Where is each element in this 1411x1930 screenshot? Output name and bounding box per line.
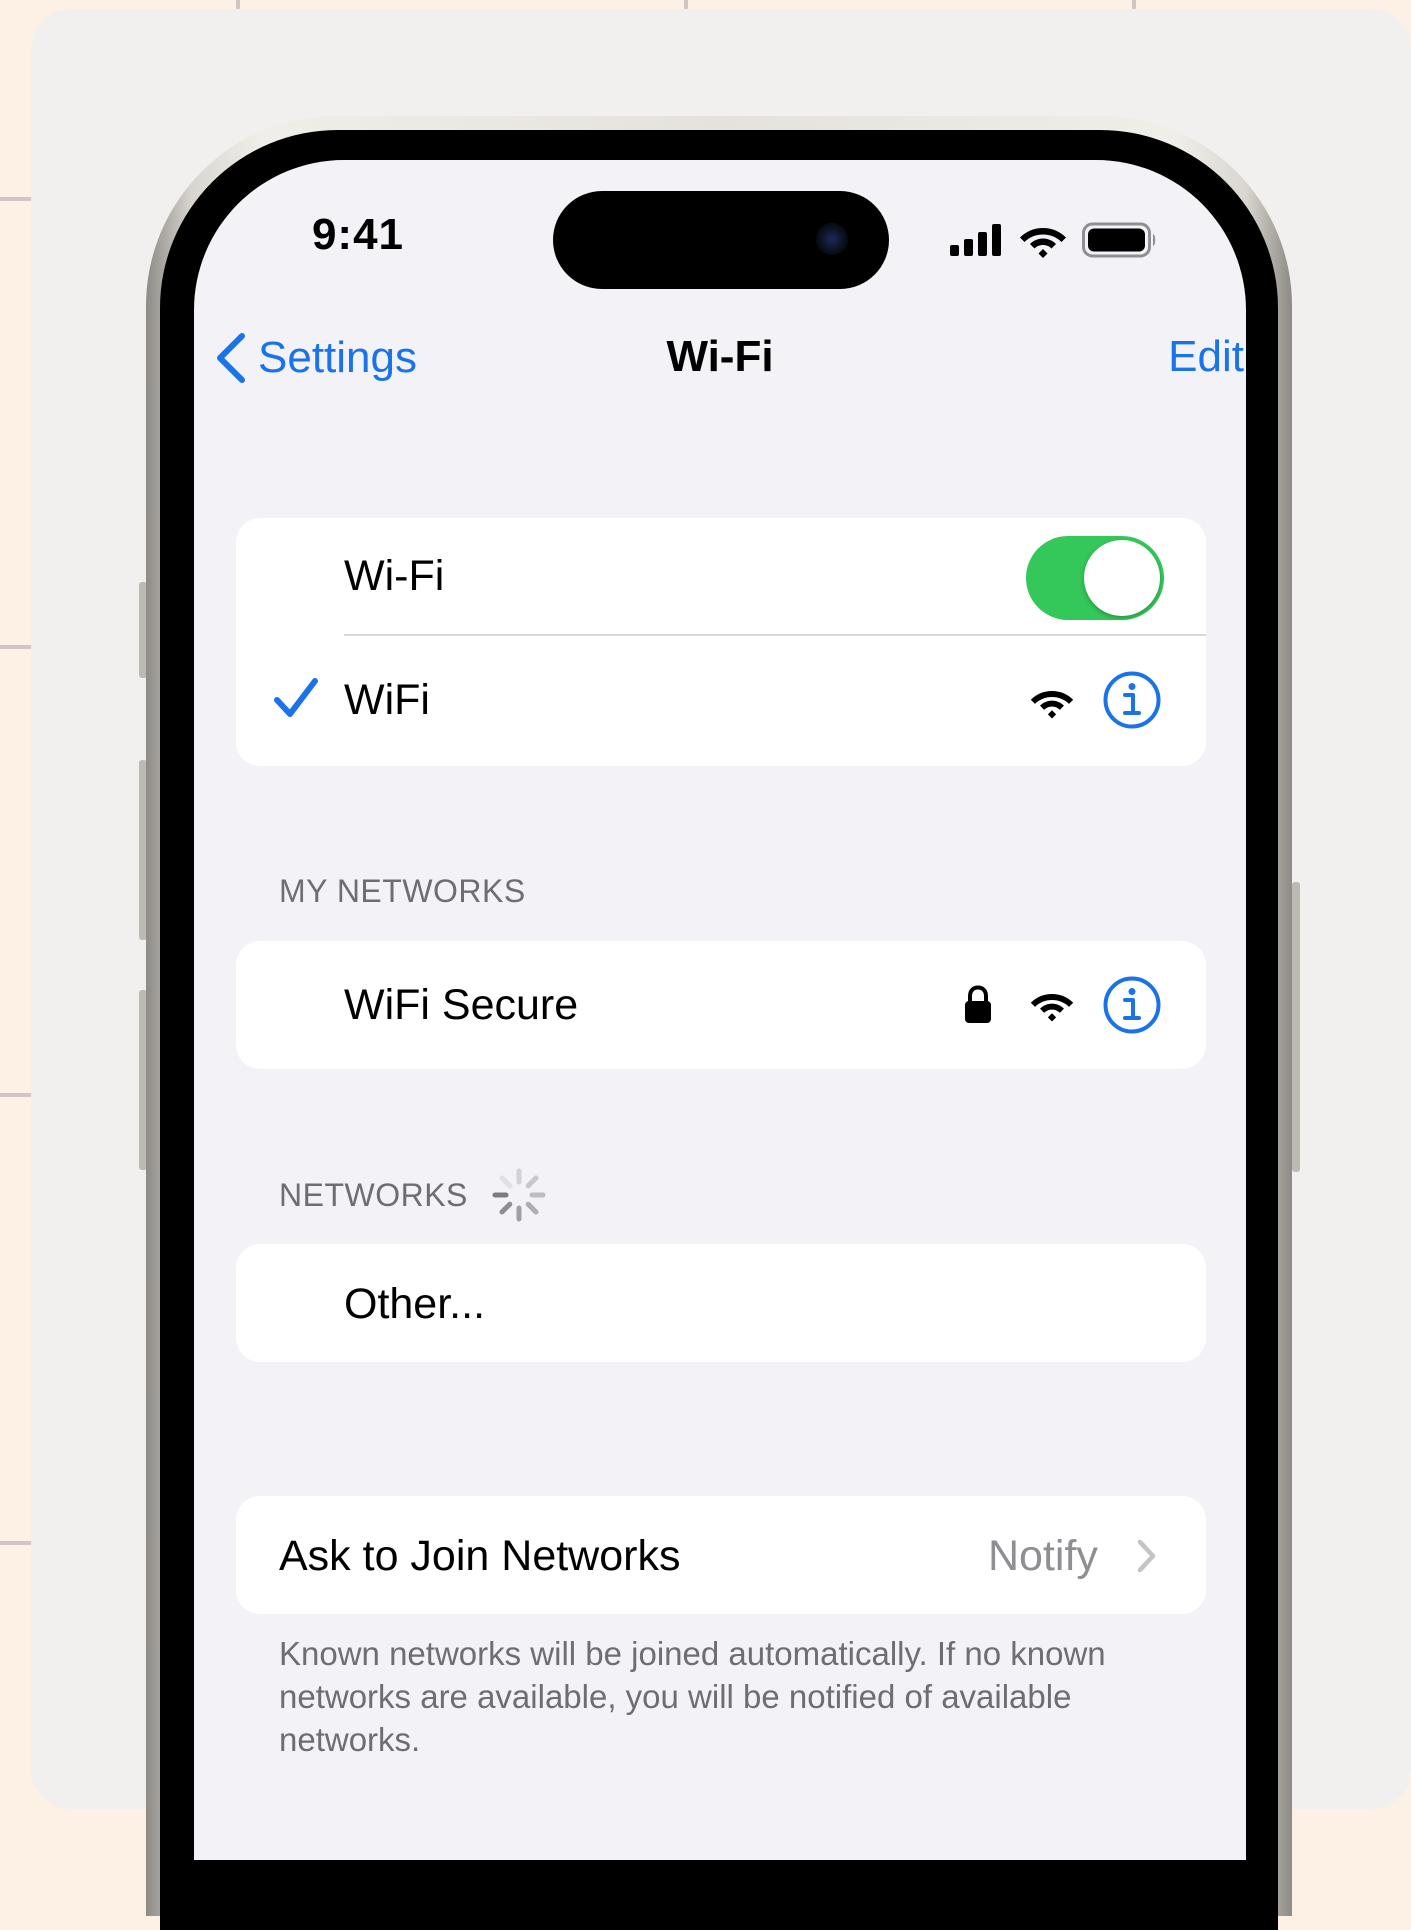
- edit-button[interactable]: Edit: [1168, 332, 1244, 382]
- background-grid-line: [0, 645, 31, 649]
- my-networks-header: MY NETWORKS: [279, 873, 526, 909]
- wifi-strength-icon: [1030, 690, 1074, 719]
- page-title: Wi-Fi: [666, 332, 774, 381]
- loading-spinner-icon: [492, 1168, 546, 1222]
- toggle-knob: [1084, 540, 1160, 616]
- front-camera: [816, 223, 848, 255]
- my-networks-group: WiFi Secure: [236, 941, 1206, 1069]
- networks-group: Other...: [236, 1244, 1206, 1362]
- network-row[interactable]: WiFi Secure: [236, 941, 1206, 1069]
- ask-to-join-row[interactable]: Ask to Join Networks Notify: [236, 1496, 1206, 1614]
- ask-to-join-footnote: Known networks will be joined automatica…: [279, 1635, 1106, 1758]
- networks-header: NETWORKS: [279, 1177, 468, 1213]
- info-icon[interactable]: [1102, 975, 1162, 1035]
- power-button: [1292, 882, 1300, 1172]
- wifi-toggle-label: Wi-Fi: [344, 552, 445, 600]
- wifi-toggle[interactable]: [1026, 536, 1164, 620]
- other-network-row[interactable]: Other...: [236, 1244, 1206, 1362]
- status-time: 9:41: [311, 210, 405, 259]
- cellular-signal-icon: [950, 224, 1001, 256]
- ask-to-join-value: Notify: [988, 1532, 1098, 1580]
- background-grid-line: [1132, 0, 1136, 9]
- wifi-settings-group: Wi-Fi WiFi: [236, 518, 1206, 766]
- ask-to-join-label: Ask to Join Networks: [279, 1532, 681, 1580]
- info-icon[interactable]: [1102, 670, 1162, 730]
- connected-network-name: WiFi: [344, 676, 430, 724]
- status-icons: [948, 222, 1158, 258]
- wifi-status-icon: [1020, 228, 1066, 258]
- other-network-label: Other...: [344, 1280, 486, 1328]
- checkmark-icon: [274, 678, 318, 717]
- background-grid-line: [684, 0, 688, 9]
- background-grid-line: [0, 1093, 31, 1097]
- wifi-strength-icon: [1030, 993, 1074, 1022]
- ask-to-join-group: Ask to Join Networks Notify: [236, 1496, 1206, 1614]
- background-grid-line: [236, 0, 240, 9]
- chevron-right-icon: [1137, 1539, 1156, 1573]
- background-grid-line: [0, 197, 31, 201]
- phone-screen: 9:41 Settings Wi-Fi Edit Wi-Fi WiFi MY N…: [194, 160, 1246, 1860]
- battery-icon: [1082, 222, 1156, 258]
- network-name: WiFi Secure: [344, 981, 579, 1029]
- background-grid-line: [0, 1541, 31, 1545]
- connected-network-row[interactable]: WiFi: [236, 636, 1206, 766]
- lock-icon: [965, 985, 991, 1023]
- wifi-toggle-row: Wi-Fi: [236, 518, 1206, 634]
